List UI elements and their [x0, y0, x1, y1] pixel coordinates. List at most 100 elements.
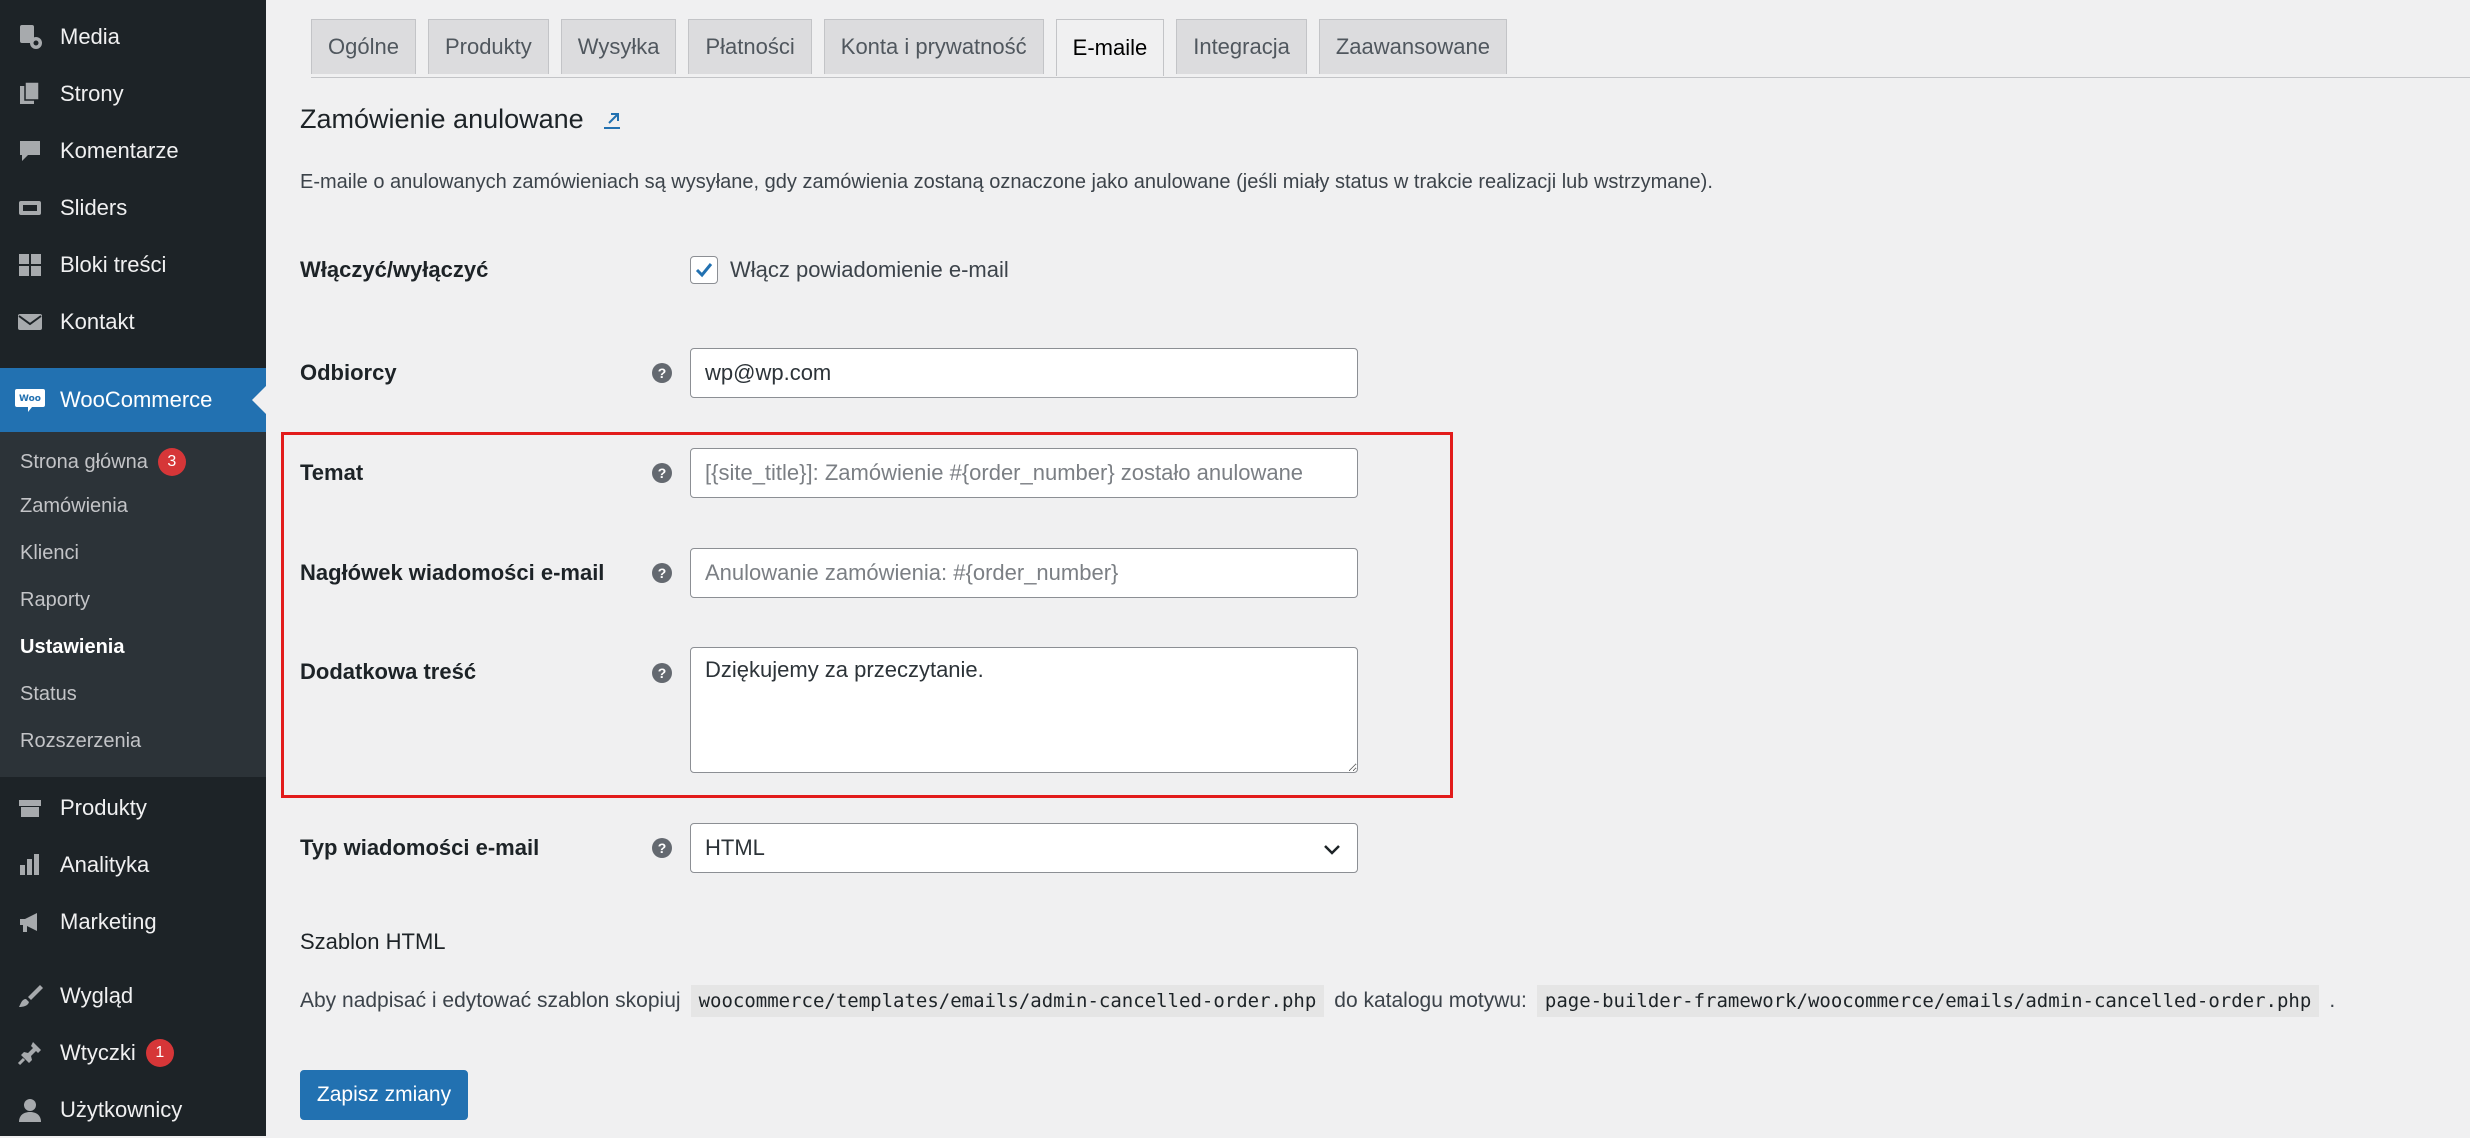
tabs-divider: [311, 77, 2470, 78]
recipient-label: Odbiorcy: [300, 360, 397, 385]
template-path-theme: page-builder-framework/woocommerce/email…: [1536, 985, 2320, 1017]
menu-item-comments[interactable]: Komentarze: [0, 122, 266, 179]
notification-badge: 3: [157, 448, 186, 476]
analytics-icon: [14, 849, 46, 881]
menu-label: Sliders: [60, 194, 128, 220]
submenu-label: Ustawienia: [20, 636, 125, 658]
email-type-value: HTML: [705, 835, 765, 860]
plugins-icon: [14, 1037, 46, 1069]
submenu-label: Klienci: [20, 542, 79, 564]
tab-payments[interactable]: Płatności: [688, 19, 812, 74]
email-type-label: Typ wiadomości e-mail: [300, 835, 540, 860]
template-text-before: Aby nadpisać i edytować szablon skopiuj: [300, 989, 681, 1012]
template-path-source: woocommerce/templates/emails/admin-cance…: [690, 985, 1325, 1017]
users-icon: [14, 1094, 46, 1126]
menu-label: Wtyczki 1: [60, 1038, 174, 1067]
submenu-item-customers[interactable]: Klienci: [20, 542, 79, 565]
additional-content-label: Dodatkowa treść: [300, 659, 477, 684]
tab-shipping[interactable]: Wysyłka: [560, 19, 677, 74]
menu-item-contact[interactable]: Kontakt: [0, 293, 266, 350]
menu-item-appearance[interactable]: Wygląd: [0, 967, 266, 1024]
subject-input[interactable]: [690, 448, 1358, 498]
megaphone-icon: [14, 906, 46, 938]
enable-label: Włączyć/wyłączyć: [300, 257, 489, 282]
submenu-item-home[interactable]: Strona główna 3: [20, 448, 186, 476]
help-icon[interactable]: ?: [652, 563, 672, 583]
settings-tabs: Ogólne Produkty Wysyłka Płatności Konta …: [311, 19, 1519, 76]
help-icon[interactable]: ?: [652, 838, 672, 858]
menu-item-marketing[interactable]: Marketing: [0, 893, 266, 950]
template-text-after: .: [2329, 989, 2336, 1012]
section-description: E-maile o anulowanych zamówieniach są wy…: [300, 171, 1713, 193]
subject-label: Temat: [300, 460, 364, 485]
email-type-select[interactable]: HTML: [690, 823, 1358, 873]
svg-text:Woo: Woo: [19, 394, 41, 404]
mail-icon: [14, 306, 46, 338]
menu-item-sliders[interactable]: Sliders: [0, 179, 266, 236]
menu-item-plugins[interactable]: Wtyczki 1: [0, 1024, 266, 1081]
back-up-icon[interactable]: [600, 109, 622, 131]
help-icon[interactable]: ?: [652, 463, 672, 483]
menu-item-media[interactable]: Media: [0, 8, 266, 65]
submenu-label: Raporty: [20, 589, 91, 611]
submenu-label: Zamówienia: [20, 495, 128, 517]
tab-accounts-privacy[interactable]: Konta i prywatność: [823, 19, 1044, 74]
menu-label: Komentarze: [60, 137, 179, 163]
enable-checkbox-label[interactable]: Włącz powiadomienie e-mail: [730, 257, 1009, 283]
menu-item-pages[interactable]: Strony: [0, 65, 266, 122]
menu-label: Strony: [60, 80, 124, 106]
tab-advanced[interactable]: Zaawansowane: [1318, 19, 1507, 74]
tab-integration[interactable]: Integracja: [1176, 19, 1307, 74]
admin-sidebar: Media Strony Komentarze Sliders Bloki tr…: [0, 0, 266, 1136]
submenu-item-status[interactable]: Status: [20, 683, 77, 706]
template-heading: Szablon HTML: [300, 929, 446, 954]
submenu-label: Rozszerzenia: [20, 730, 142, 752]
tab-general[interactable]: Ogólne: [311, 19, 416, 74]
menu-label: Bloki treści: [60, 251, 167, 277]
recipient-input[interactable]: [690, 348, 1358, 398]
menu-label: Produkty: [60, 794, 147, 820]
sliders-icon: [14, 192, 46, 224]
appearance-icon: [14, 980, 46, 1012]
email-heading-input[interactable]: [690, 548, 1358, 598]
additional-content-textarea[interactable]: Dziękujemy za przeczytanie.: [690, 647, 1358, 773]
email-heading-label: Nagłówek wiadomości e-mail: [300, 560, 605, 585]
menu-label: Media: [60, 23, 120, 49]
menu-item-users[interactable]: Użytkownicy: [0, 1081, 266, 1138]
submenu-item-reports[interactable]: Raporty: [20, 589, 90, 612]
blocks-icon: [14, 249, 46, 281]
menu-label: Wygląd: [60, 982, 134, 1008]
tab-products[interactable]: Produkty: [427, 19, 549, 74]
woocommerce-submenu: Strona główna 3 Zamówienia Klienci Rapor…: [0, 432, 266, 777]
menu-label: Kontakt: [60, 308, 135, 334]
submenu-label: Status: [20, 683, 77, 705]
menu-label: Użytkownicy: [60, 1096, 183, 1122]
save-changes-button[interactable]: Zapisz zmiany: [300, 1070, 468, 1120]
menu-label: WooCommerce: [60, 387, 213, 412]
media-icon: [14, 21, 46, 53]
submenu-label: Strona główna: [20, 450, 148, 473]
menu-item-woocommerce[interactable]: Woo WooCommerce: [0, 368, 266, 432]
woocommerce-icon: Woo: [14, 384, 46, 416]
main-content: Ogólne Produkty Wysyłka Płatności Konta …: [266, 0, 2470, 1136]
menu-label: Analityka: [60, 851, 150, 877]
checkmark-icon: [695, 263, 713, 278]
template-instructions: Aby nadpisać i edytować szablon skopiuj …: [300, 985, 2335, 1017]
help-icon[interactable]: ?: [652, 363, 672, 383]
chevron-down-icon: [1321, 838, 1343, 866]
comments-icon: [14, 135, 46, 167]
menu-label: Marketing: [60, 908, 157, 934]
submenu-item-settings[interactable]: Ustawienia: [20, 636, 124, 659]
menu-item-products[interactable]: Produkty: [0, 779, 266, 836]
tab-emails[interactable]: E-maile: [1055, 19, 1165, 76]
help-icon[interactable]: ?: [652, 663, 672, 683]
submenu-item-extensions[interactable]: Rozszerzenia: [20, 730, 141, 753]
products-icon: [14, 792, 46, 824]
menu-item-analytics[interactable]: Analityka: [0, 836, 266, 893]
menu-item-blocks[interactable]: Bloki treści: [0, 236, 266, 293]
notification-badge: 1: [145, 1038, 174, 1067]
submenu-item-orders[interactable]: Zamówienia: [20, 495, 128, 518]
menu-label-text: Wtyczki: [60, 1039, 136, 1065]
enable-notification-checkbox[interactable]: [690, 256, 718, 284]
page-title-text: Zamówienie anulowane: [300, 104, 584, 134]
